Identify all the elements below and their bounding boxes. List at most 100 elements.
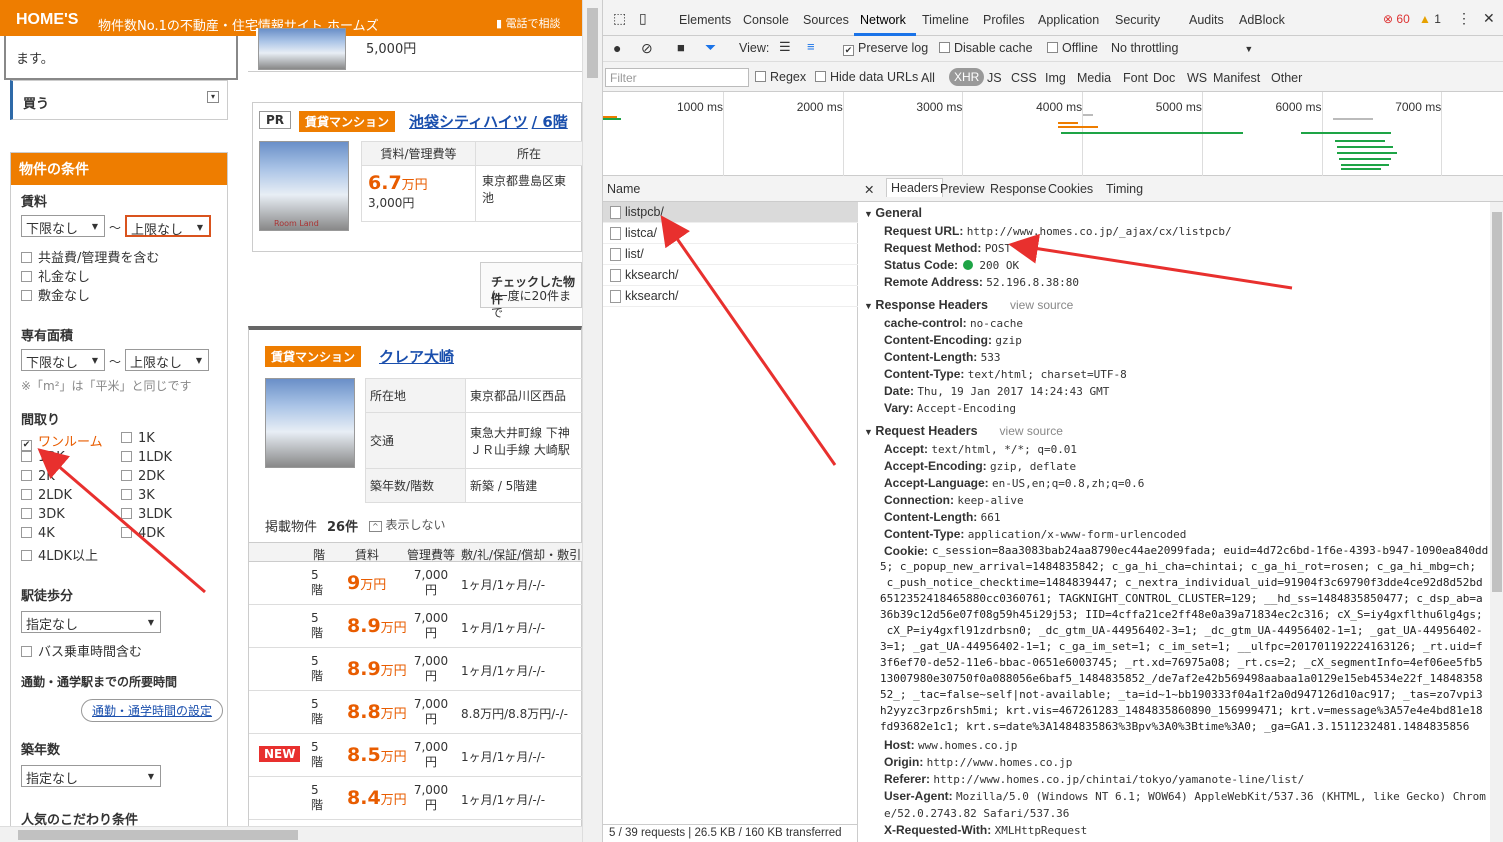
checkbox-icon[interactable] <box>939 42 950 53</box>
rent-option-fee[interactable]: 共益費/管理費を含む <box>21 247 159 266</box>
checkbox-icon[interactable] <box>121 527 132 538</box>
waterfall-view-icon[interactable]: ≡ <box>807 39 815 54</box>
camera-icon[interactable]: ■ <box>677 40 685 55</box>
rent-max-select[interactable]: 上限なし ▼ <box>125 215 211 238</box>
building-name[interactable]: 池袋シティハイツ <box>409 113 528 131</box>
layout-option[interactable]: 1DK <box>21 450 65 465</box>
layout-option[interactable]: 3LDK <box>121 507 172 522</box>
list-view-icon[interactable]: ☰ <box>779 39 791 55</box>
tab-elements[interactable]: Elements <box>679 13 731 27</box>
tab-timeline[interactable]: Timeline <box>922 13 969 27</box>
rent-option-shikikin[interactable]: 敷金なし <box>21 285 90 304</box>
area-min-select[interactable]: 下限なし ▼ <box>21 349 105 371</box>
layout-option[interactable]: ✔ ワンルーム <box>21 431 103 451</box>
rent-min-select[interactable]: 下限なし ▼ <box>21 215 105 237</box>
layout-option[interactable]: 1K <box>121 431 155 446</box>
tab-audits[interactable]: Audits <box>1189 13 1224 27</box>
checkbox-icon[interactable] <box>21 508 32 519</box>
offline-checkbox[interactable]: Offline <box>1047 41 1098 55</box>
type-filter-img[interactable]: Img <box>1045 71 1066 85</box>
area-max-select[interactable]: 上限なし ▼ <box>125 349 209 371</box>
section-header[interactable]: ▼ General <box>864 206 922 220</box>
disable-cache-checkbox[interactable]: Disable cache <box>939 41 1033 55</box>
checkbox-icon[interactable] <box>815 71 826 82</box>
detail-tab-response[interactable]: Response <box>990 182 1046 196</box>
warning-count[interactable]: ▲ 1 <box>1419 12 1441 26</box>
tab-profiles[interactable]: Profiles <box>983 13 1025 27</box>
rent-option-reikin[interactable]: 礼金なし <box>21 266 90 285</box>
scrollbar-thumb[interactable] <box>1492 212 1502 592</box>
layout-option[interactable]: 4DK <box>121 526 165 541</box>
checkbox-icon[interactable] <box>1047 42 1058 53</box>
building-name-link[interactable]: 池袋シティハイツ / 6階 <box>409 111 568 132</box>
checked-properties-banner[interactable]: チェックした物件 (一度に20件まで <box>480 262 582 320</box>
commute-settings-button[interactable]: 通勤・通学時間の設定 <box>81 699 224 722</box>
checkbox-icon[interactable] <box>21 489 32 500</box>
more-menu-icon[interactable]: ⋮ <box>1457 10 1471 27</box>
error-count[interactable]: ⊗ 60 <box>1383 12 1410 26</box>
layout-option[interactable]: 1LDK <box>121 450 172 465</box>
checkbox-icon[interactable] <box>21 470 32 481</box>
vertical-scrollbar[interactable] <box>582 0 602 842</box>
horizontal-scrollbar[interactable] <box>0 826 582 842</box>
buy-section[interactable]: 買う ▾ <box>10 80 228 120</box>
view-source-link[interactable]: view source <box>1000 424 1063 438</box>
layout-option[interactable]: 4LDK以上 <box>21 545 98 564</box>
regex-checkbox[interactable]: Regex <box>755 70 806 84</box>
inspect-icon[interactable]: ⬚ <box>613 10 626 27</box>
tab-sources[interactable]: Sources <box>803 13 849 27</box>
building-photo[interactable]: Room Land <box>259 141 349 231</box>
checkbox-icon[interactable] <box>121 489 132 500</box>
type-filter-xhr[interactable]: XHR <box>949 68 985 86</box>
request-row[interactable]: list/ <box>603 244 858 265</box>
bus-option[interactable]: バス乗車時間含む <box>21 641 142 660</box>
layout-option[interactable]: 3DK <box>21 507 65 522</box>
clear-icon[interactable]: ⊘ <box>641 40 653 57</box>
table-row[interactable]: 5階 9万円 7,000円 1ヶ月/1ヶ月/-/- <box>249 562 582 605</box>
checkbox-icon[interactable] <box>21 527 32 538</box>
layout-option[interactable]: 3K <box>121 488 155 503</box>
type-filter-font[interactable]: Font <box>1123 71 1148 85</box>
type-filter-other[interactable]: Other <box>1271 71 1302 85</box>
scrollbar-thumb[interactable] <box>18 830 298 840</box>
table-row[interactable]: 5階 8.4万円 7,000円 1ヶ月/1ヶ月/-/- <box>249 777 582 820</box>
detail-tab-cookies[interactable]: Cookies <box>1048 182 1093 196</box>
checkbox-icon[interactable] <box>21 550 32 561</box>
close-icon[interactable]: ✕ <box>864 182 874 197</box>
building-age-select[interactable]: 指定なし ▼ <box>21 765 161 787</box>
type-filter-all[interactable]: All <box>921 71 935 85</box>
layout-option[interactable]: 2LDK <box>21 488 72 503</box>
type-filter-media[interactable]: Media <box>1077 71 1111 85</box>
close-icon[interactable]: ✕ <box>1483 10 1495 27</box>
table-row[interactable]: 5階 8.9万円 7,000円 1ヶ月/1ヶ月/-/- <box>249 605 582 648</box>
request-row[interactable]: listca/ <box>603 223 858 244</box>
hide-data-urls-checkbox[interactable]: Hide data URLs <box>815 70 918 84</box>
tab-network[interactable]: Network <box>860 13 906 27</box>
tab-application[interactable]: Application <box>1038 13 1099 27</box>
table-row[interactable]: 5階 8.8万円 7,000円 8.8万円/8.8万円/-/- <box>249 691 582 734</box>
table-row[interactable]: 5階 8.9万円 7,000円 1ヶ月/1ヶ月/-/- <box>249 648 582 691</box>
detail-tab-timing[interactable]: Timing <box>1106 182 1143 196</box>
detail-tab-headers[interactable]: Headers <box>886 178 944 197</box>
type-filter-js[interactable]: JS <box>987 71 1002 85</box>
chevron-down-icon[interactable]: ▾ <box>207 91 219 103</box>
scrollbar-thumb[interactable] <box>587 8 598 78</box>
tab-console[interactable]: Console <box>743 13 789 27</box>
checkbox-icon[interactable] <box>755 71 766 82</box>
checkbox-icon[interactable] <box>121 451 132 462</box>
preserve-log-checkbox[interactable]: ✔ Preserve log <box>843 41 928 56</box>
request-row[interactable]: kksearch/ <box>603 286 858 307</box>
building-photo[interactable] <box>265 378 355 468</box>
type-filter-doc[interactable]: Doc <box>1153 71 1175 85</box>
filter-icon[interactable]: ⏷ <box>705 39 716 56</box>
checkbox-checked-icon[interactable]: ✔ <box>843 45 854 56</box>
view-source-link[interactable]: view source <box>1010 298 1073 312</box>
detail-tab-preview[interactable]: Preview <box>940 182 984 196</box>
checkbox-icon[interactable] <box>21 646 32 657</box>
type-filter-ws[interactable]: WS <box>1187 71 1207 85</box>
type-filter-css[interactable]: CSS <box>1011 71 1037 85</box>
site-logo[interactable]: HOME'S <box>16 11 78 29</box>
section-header[interactable]: ▼ Response Headers view source <box>864 298 1073 312</box>
checkbox-icon[interactable] <box>21 252 32 263</box>
table-row[interactable]: NEW 5階 8.5万円 7,000円 1ヶ月/1ヶ月/-/- <box>249 734 582 777</box>
